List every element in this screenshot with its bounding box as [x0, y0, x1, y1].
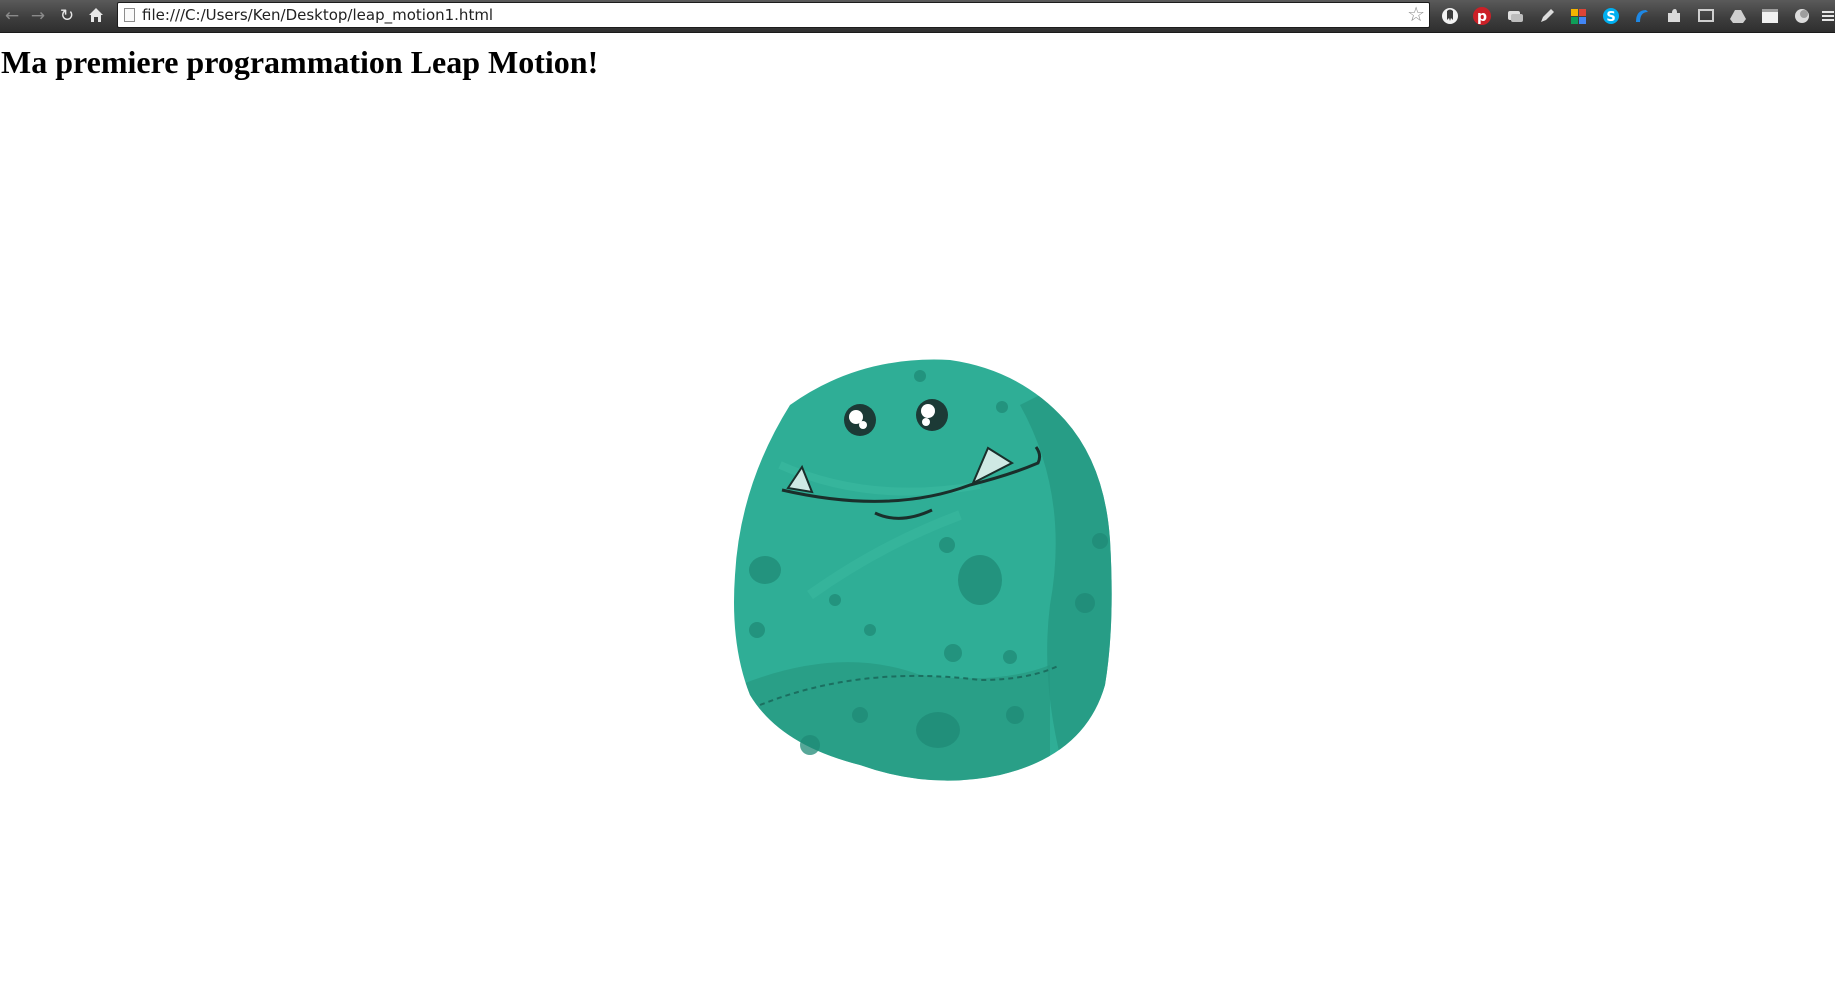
pinterest-icon[interactable]: p — [1472, 6, 1492, 26]
skype-icon[interactable]: S — [1601, 6, 1621, 26]
svg-text:p: p — [1477, 9, 1487, 25]
drive-icon[interactable] — [1728, 6, 1748, 26]
google-apps-icon[interactable] — [1569, 6, 1589, 26]
pocket-icon[interactable] — [1792, 6, 1812, 26]
page-title: Ma premiere programmation Leap Motion! — [1, 44, 599, 80]
forward-arrow-icon[interactable]: → — [28, 6, 48, 26]
bookmark-icon[interactable] — [1632, 6, 1652, 26]
svg-text:S: S — [1606, 10, 1615, 25]
back-arrow-icon[interactable]: ← — [2, 6, 22, 26]
bookmark-star-icon[interactable]: ☆ — [1407, 4, 1425, 26]
ghostery-icon[interactable] — [1440, 6, 1460, 26]
menu-icon[interactable] — [1820, 6, 1834, 26]
cast-icon[interactable] — [1696, 6, 1716, 26]
address-bar[interactable]: file:///C:/Users/Ken/Desktop/leap_motion… — [117, 2, 1430, 28]
window-icon[interactable] — [1760, 6, 1780, 26]
monster-image — [734, 359, 1112, 781]
reload-icon[interactable]: ↻ — [57, 6, 77, 26]
browser-toolbar: ← → ↻ file:///C:/Users/Ken/Desktop/leap_… — [0, 0, 1835, 33]
puzzle-icon[interactable] — [1664, 6, 1684, 26]
chat-icon[interactable] — [1505, 6, 1525, 26]
pen-icon[interactable] — [1537, 6, 1557, 26]
url-text[interactable]: file:///C:/Users/Ken/Desktop/leap_motion… — [142, 3, 493, 27]
home-icon[interactable] — [86, 6, 106, 26]
page-icon — [124, 8, 135, 22]
